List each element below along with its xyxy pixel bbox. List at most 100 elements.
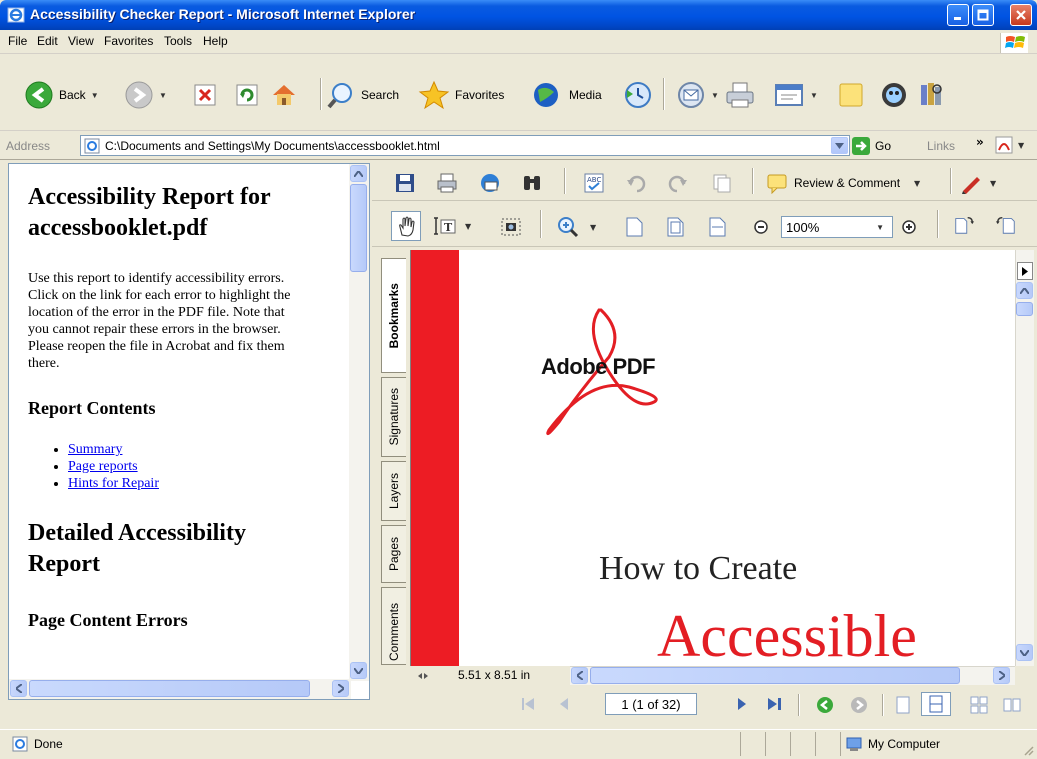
review-comment-button[interactable]: Review & Comment ▼ — [766, 172, 920, 194]
doc-scroll-up-button[interactable] — [1016, 282, 1033, 299]
fit-page-icon[interactable] — [664, 216, 686, 238]
save-icon[interactable] — [394, 172, 416, 194]
single-page-icon[interactable] — [894, 696, 912, 714]
select-text-tool-button[interactable]: T ▼ — [433, 215, 471, 237]
last-page-icon[interactable] — [766, 696, 784, 712]
email-icon[interactable] — [479, 172, 501, 194]
review-dropdown-icon[interactable]: ▼ — [914, 179, 920, 188]
hand-tool-button[interactable] — [391, 211, 421, 241]
doc-hscroll-thumb[interactable] — [590, 667, 960, 684]
tab-layers[interactable]: Layers — [381, 461, 406, 521]
undo-icon[interactable] — [625, 172, 647, 194]
copy-icon[interactable] — [711, 172, 733, 194]
zoom-tool-dropdown-icon[interactable]: ▼ — [590, 223, 596, 232]
discuss-button[interactable] — [836, 78, 866, 112]
rotate-clockwise-icon[interactable] — [953, 214, 975, 236]
rotate-counterclockwise-icon[interactable] — [995, 214, 1017, 236]
pencil-tool-button[interactable]: ▼ — [960, 172, 996, 194]
menu-favorites[interactable]: Favorites — [104, 34, 153, 48]
favorites-button[interactable]: Favorites — [418, 78, 504, 112]
back-dropdown-icon[interactable]: ▼ — [91, 91, 99, 100]
tab-bookmarks[interactable]: Bookmarks — [381, 258, 406, 373]
back-button[interactable]: Back ▼ — [24, 78, 99, 112]
resize-grip-icon[interactable] — [1022, 744, 1034, 756]
research-button[interactable] — [917, 78, 947, 112]
scroll-thumb[interactable] — [350, 184, 367, 272]
menu-tools[interactable]: Tools — [164, 34, 192, 48]
pencil-dropdown-icon[interactable]: ▼ — [990, 179, 996, 188]
address-dropdown-button[interactable] — [831, 137, 848, 154]
options-menu-button[interactable] — [1017, 262, 1033, 280]
previous-view-icon[interactable] — [816, 696, 834, 714]
zoom-dropdown-icon[interactable]: ▼ — [876, 223, 884, 232]
spelling-icon[interactable]: ABC — [583, 172, 605, 194]
search-button[interactable]: Search — [326, 78, 399, 112]
mail-button[interactable]: ▼ — [676, 78, 719, 112]
document-vertical-scrollbar[interactable] — [1015, 250, 1034, 666]
forward-dropdown-icon[interactable]: ▼ — [159, 91, 167, 100]
menu-help[interactable]: Help — [203, 34, 228, 48]
report-vertical-scrollbar[interactable] — [349, 164, 369, 681]
zoom-out-icon[interactable] — [750, 216, 772, 238]
media-button[interactable]: Media — [532, 78, 602, 112]
snapshot-tool-icon[interactable] — [500, 216, 522, 238]
zoom-level-input[interactable]: 100% ▼ — [781, 216, 893, 238]
report-horizontal-scrollbar[interactable] — [9, 679, 351, 699]
pdf-document-view[interactable]: Adobe PDF How to Create Accessible — [410, 250, 1015, 666]
menu-view[interactable]: View — [68, 34, 94, 48]
stop-button[interactable] — [193, 78, 217, 112]
next-view-icon[interactable] — [850, 696, 868, 714]
close-button[interactable] — [1010, 4, 1032, 26]
minimize-button[interactable] — [947, 4, 969, 26]
select-text-dropdown-icon[interactable]: ▼ — [465, 222, 471, 231]
scroll-up-button[interactable] — [350, 165, 367, 182]
hints-for-repair-link[interactable]: Hints for Repair — [68, 476, 159, 491]
mail-dropdown-icon[interactable]: ▼ — [711, 91, 719, 100]
acrobat-dropdown-icon[interactable]: ▼ — [1018, 141, 1024, 150]
print-button[interactable] — [724, 78, 758, 112]
tab-comments[interactable]: Comments — [381, 587, 406, 665]
doc-scroll-right-button[interactable] — [993, 667, 1010, 684]
links-chevron-icon[interactable]: » — [976, 135, 984, 149]
messenger-button[interactable] — [879, 78, 909, 112]
doc-scroll-left-button[interactable] — [571, 667, 588, 684]
doc-scroll-down-button[interactable] — [1016, 644, 1033, 661]
actual-size-icon[interactable] — [623, 216, 645, 238]
print-icon[interactable] — [436, 172, 458, 194]
address-input[interactable]: C:\Documents and Settings\My Documents\a… — [80, 135, 850, 156]
go-button[interactable]: Go — [851, 135, 891, 156]
page-reports-link[interactable]: Page reports — [68, 459, 138, 474]
fit-width-icon[interactable] — [706, 216, 728, 238]
edit-dropdown-icon[interactable]: ▼ — [810, 91, 818, 100]
acrobat-toolbar-button[interactable]: ▼ — [995, 136, 1024, 154]
find-icon[interactable] — [521, 172, 543, 194]
forward-button[interactable]: ▼ — [124, 78, 167, 112]
continuous-page-button[interactable] — [921, 692, 951, 716]
home-button[interactable] — [270, 78, 298, 112]
menu-edit[interactable]: Edit — [37, 34, 58, 48]
page-number-input[interactable]: 1 (1 of 32) — [605, 693, 697, 715]
next-page-icon[interactable] — [734, 696, 750, 712]
redo-icon[interactable] — [667, 172, 689, 194]
zoom-in-small-icon[interactable] — [898, 216, 920, 238]
zoom-in-tool-button[interactable]: ▼ — [556, 215, 596, 239]
scroll-right-button[interactable] — [332, 680, 349, 697]
doc-scroll-thumb[interactable] — [1016, 302, 1033, 316]
tab-pages[interactable]: Pages — [381, 525, 406, 583]
facing-pages-icon[interactable] — [1003, 696, 1021, 714]
refresh-button[interactable] — [235, 78, 259, 112]
scroll-thumb[interactable] — [29, 680, 310, 697]
links-label[interactable]: Links — [927, 139, 955, 153]
tab-signatures[interactable]: Signatures — [381, 377, 406, 457]
continuous-facing-icon[interactable] — [970, 696, 988, 714]
menu-file[interactable]: File — [8, 34, 27, 48]
edit-button[interactable]: ▼ — [773, 78, 818, 112]
first-page-icon[interactable] — [520, 696, 536, 712]
split-handle-icon[interactable] — [417, 670, 429, 682]
scroll-down-button[interactable] — [350, 662, 367, 679]
maximize-button[interactable] — [972, 4, 994, 26]
previous-page-icon[interactable] — [556, 696, 572, 712]
scroll-left-button[interactable] — [10, 680, 27, 697]
history-button[interactable] — [623, 78, 653, 112]
document-horizontal-scrollbar[interactable] — [570, 666, 1015, 685]
